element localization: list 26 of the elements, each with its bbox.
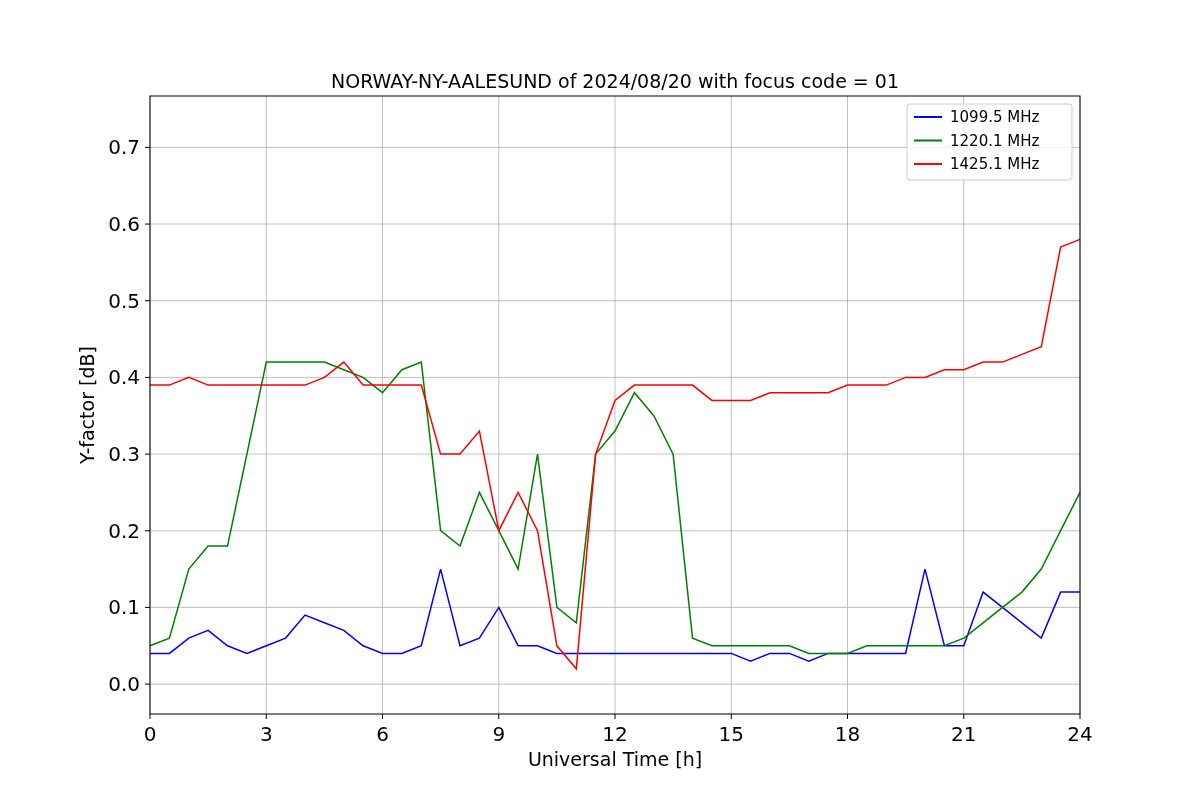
y-axis-label: Y-factor [dB]: [76, 346, 98, 464]
x-tick-label: 21: [951, 722, 977, 746]
y-tick-label: 0.2: [108, 518, 140, 543]
y-tick-label: 0.4: [108, 365, 140, 390]
legend-label: 1220.1 MHz: [950, 131, 1040, 150]
legend-label: 1425.1 MHz: [950, 155, 1040, 173]
x-tick-label: 18: [834, 722, 861, 746]
x-tick-label: 0: [143, 722, 157, 746]
y-tick-label: 0.0: [108, 672, 140, 697]
y-tick-label: 0.1: [108, 595, 140, 620]
y-tick-label: 0.6: [108, 212, 140, 237]
x-axis-label: Universal Time [h]: [527, 748, 703, 770]
x-tick-label: 6: [376, 722, 389, 746]
y-tick-label: 0.3: [108, 442, 140, 467]
legend-label: 1099.5 MHz: [950, 108, 1040, 126]
chart-title: NORWAY-NY-AALESUND of 2024/08/20 with focus code = 01: [331, 70, 899, 92]
x-tick-label: 12: [602, 722, 628, 746]
y-tick-label: 0.5: [108, 288, 140, 313]
x-tick-label: 15: [718, 722, 744, 746]
y-tick-label: 0.7: [108, 135, 140, 160]
x-tick-label: 9: [492, 722, 506, 746]
legend-line-sample: [913, 116, 943, 118]
x-tick-label: 24: [1067, 722, 1093, 746]
legend-line-sample: [913, 139, 943, 142]
x-tick-label: 3: [259, 722, 273, 746]
legend-line-sample: [913, 163, 943, 165]
